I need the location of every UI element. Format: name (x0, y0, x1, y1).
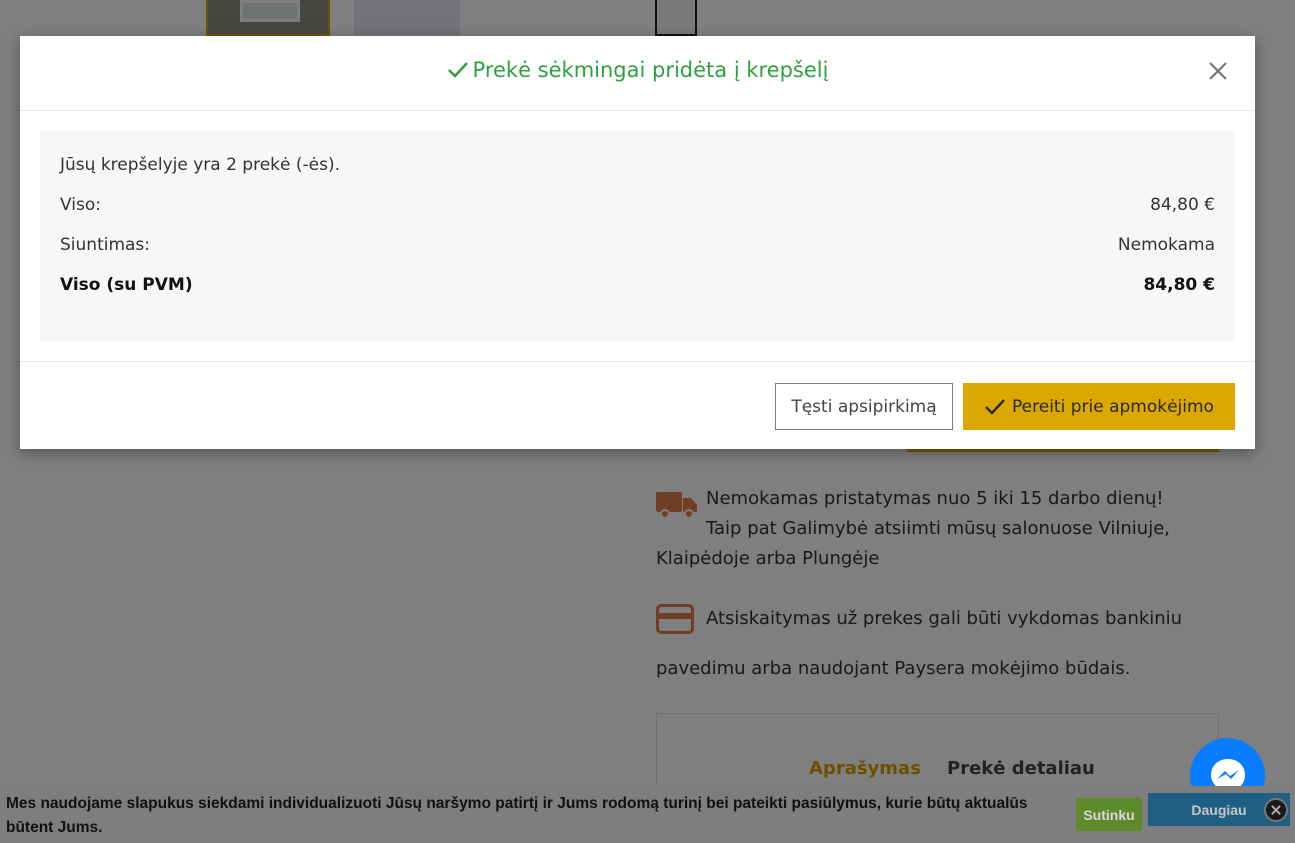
shipping-label: Siuntimas: (60, 235, 151, 255)
modal-footer: Tęsti apsipirkimą Pereiti prie apmokėjim… (20, 361, 1255, 449)
cookie-consent-bar: Mes naudojame slapukus siekdami individu… (0, 786, 1295, 843)
checkout-button[interactable]: Pereiti prie apmokėjimo (963, 383, 1235, 430)
cart-modal: Prekė sėkmingai pridėta į krepšelį Jūsų … (20, 36, 1255, 449)
continue-shopping-label: Tęsti apsipirkimą (791, 396, 937, 417)
subtotal-value: 84,80 € (1150, 195, 1215, 215)
check-icon (985, 398, 1005, 415)
continue-shopping-button[interactable]: Tęsti apsipirkimą (775, 383, 953, 430)
close-icon[interactable] (1207, 60, 1229, 82)
shipping-row: Siuntimas: Nemokama (60, 235, 1215, 275)
modal-header: Prekė sėkmingai pridėta į krepšelį (20, 36, 1255, 111)
total-label: Viso (su PVM) (60, 275, 193, 295)
subtotal-row: Viso: 84,80 € (60, 195, 1215, 235)
total-row: Viso (su PVM) 84,80 € (60, 275, 1215, 315)
cart-count-text: Jūsų krepšelyje yra 2 prekė (-ės). (60, 155, 341, 175)
cookie-more-label: Daugiau (1191, 802, 1247, 818)
modal-title-text: Prekė sėkmingai pridėta į krepšelį (472, 58, 829, 82)
checkout-label: Pereiti prie apmokėjimo (1012, 396, 1214, 417)
modal-title: Prekė sėkmingai pridėta į krepšelį (20, 58, 1255, 82)
subtotal-label: Viso: (60, 195, 101, 215)
total-value: 84,80 € (1143, 275, 1215, 295)
cart-summary: Jūsų krepšelyje yra 2 prekė (-ės). Viso:… (40, 131, 1235, 341)
shipping-value: Nemokama (1117, 235, 1215, 255)
check-icon (447, 62, 468, 78)
cookie-text: Mes naudojame slapukus siekdami individu… (6, 795, 1028, 836)
cookie-accept-label: Sutinku (1083, 806, 1135, 823)
cart-count-row: Jūsų krepšelyje yra 2 prekė (-ės). (60, 155, 1215, 195)
cookie-close-icon[interactable] (1264, 798, 1288, 822)
cookie-accept-button[interactable]: Sutinku (1076, 798, 1142, 831)
